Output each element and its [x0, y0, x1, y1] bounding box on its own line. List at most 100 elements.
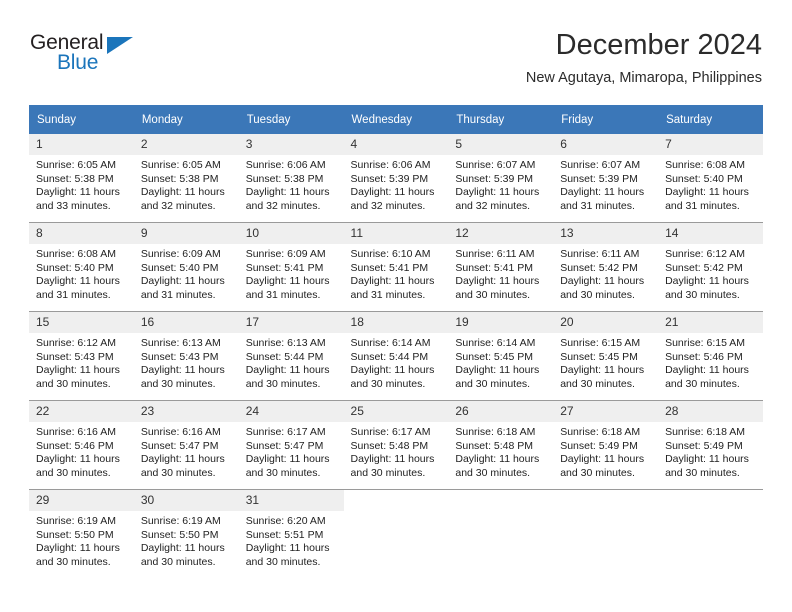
sunrise-text: Sunrise: 6:14 AM [350, 337, 431, 349]
calendar-day-cell[interactable]: 3 Sunrise: 6:06 AM Sunset: 5:38 PM Daylight… [238, 134, 344, 223]
day-number: 4 [343, 134, 449, 155]
sunset-text: Sunset: 5:39 PM [350, 172, 429, 185]
daylight-text-line1: Daylight: 11 hours [455, 453, 540, 466]
daylight-text-line1: Daylight: 11 hours [560, 275, 645, 288]
sunset-text: Sunset: 5:38 PM [140, 172, 219, 185]
sunrise-text: Sunrise: 6:18 AM [560, 426, 641, 438]
sunset-text: Sunset: 5:48 PM [455, 439, 534, 452]
calendar-day-cell[interactable]: 27 Sunrise: 6:18 AM Sunset: 5:49 PM Dayligh… [553, 400, 659, 490]
day-number: 11 [343, 223, 449, 244]
daylight-text-line2: and 30 minutes. [665, 466, 740, 479]
daylight-text-line1: Daylight: 11 hours [665, 453, 749, 466]
day-number: 25 [343, 401, 449, 422]
calendar-day-cell[interactable]: 12 Sunrise: 6:11 AM Sunset: 5:41 PM Dayligh… [448, 222, 554, 312]
sunset-text: Sunset: 5:45 PM [560, 350, 638, 363]
sunrise-text: Sunrise: 6:17 AM [350, 426, 431, 438]
daylight-text-line2: and 30 minutes. [560, 288, 635, 301]
day-details: Sunrise: 6:13 AM Sunset: 5:44 PM Daylight:… [239, 333, 344, 391]
daylight-text-line2: and 31 minutes. [140, 288, 216, 301]
calendar-day-cell[interactable]: 7 Sunrise: 6:08 AM Sunset: 5:40 PM Daylight… [658, 134, 763, 223]
calendar-day-cell[interactable]: 13 Sunrise: 6:11 AM Sunset: 5:42 PM Dayligh… [553, 222, 659, 312]
day-details: Sunrise: 6:19 AM Sunset: 5:50 PM Daylight:… [29, 511, 134, 569]
daylight-text-line1: Daylight: 11 hours [665, 275, 749, 288]
daylight-text-line2: and 30 minutes. [665, 288, 740, 301]
sunset-text: Sunset: 5:42 PM [665, 261, 743, 274]
daylight-text-line2: and 32 minutes. [455, 199, 531, 212]
calendar-day-cell[interactable]: 20 Sunrise: 6:15 AM Sunset: 5:45 PM Dayligh… [553, 311, 659, 401]
sunrise-text: Sunrise: 6:19 AM [140, 515, 221, 527]
calendar-day-cell[interactable]: 22 Sunrise: 6:16 AM Sunset: 5:46 PM Dayligh… [29, 400, 134, 490]
day-number: 15 [29, 312, 134, 333]
sunrise-text: Sunrise: 6:18 AM [455, 426, 536, 438]
calendar-day-cell[interactable]: 21 Sunrise: 6:15 AM Sunset: 5:46 PM Dayligh… [658, 311, 763, 401]
calendar-day-cell[interactable]: 4 Sunrise: 6:06 AM Sunset: 5:39 PM Daylight… [343, 134, 449, 223]
sunrise-text: Sunrise: 6:20 AM [245, 515, 326, 527]
calendar-day-cell[interactable]: 29 Sunrise: 6:19 AM Sunset: 5:50 PM Dayligh… [29, 489, 134, 578]
calendar-day-cell[interactable]: 1 Sunrise: 6:05 AM Sunset: 5:38 PM Daylight… [29, 134, 134, 223]
daylight-text-line1: Daylight: 11 hours [245, 542, 330, 555]
day-details: Sunrise: 6:15 AM Sunset: 5:46 PM Daylight:… [658, 333, 763, 391]
calendar-day-cell[interactable]: 24 Sunrise: 6:17 AM Sunset: 5:47 PM Dayligh… [238, 400, 344, 490]
daylight-text-line1: Daylight: 11 hours [560, 186, 645, 199]
calendar-day-cell[interactable]: 15 Sunrise: 6:12 AM Sunset: 5:43 PM Dayligh… [29, 311, 134, 401]
sunrise-text: Sunrise: 6:06 AM [350, 159, 431, 171]
sunrise-text: Sunrise: 6:12 AM [36, 337, 116, 349]
daylight-text-line1: Daylight: 11 hours [455, 186, 540, 199]
daylight-text-line2: and 30 minutes. [245, 377, 321, 390]
calendar-day-cell[interactable]: 31 Sunrise: 6:20 AM Sunset: 5:51 PM Dayligh… [238, 489, 344, 578]
sunset-text: Sunset: 5:41 PM [245, 261, 324, 274]
day-number: 30 [133, 490, 239, 511]
day-number [553, 490, 659, 511]
calendar-day-cell[interactable]: 19 Sunrise: 6:14 AM Sunset: 5:45 PM Dayligh… [448, 311, 554, 401]
calendar-day-cell[interactable]: 9 Sunrise: 6:09 AM Sunset: 5:40 PM Daylight… [133, 222, 239, 312]
calendar-day-cell[interactable]: 10 Sunrise: 6:09 AM Sunset: 5:41 PM Dayligh… [238, 222, 344, 312]
sunset-text: Sunset: 5:43 PM [140, 350, 219, 363]
sunset-text: Sunset: 5:43 PM [36, 350, 114, 363]
calendar-day-cell[interactable]: 17 Sunrise: 6:13 AM Sunset: 5:44 PM Dayligh… [238, 311, 344, 401]
day-number: 18 [343, 312, 449, 333]
day-number: 13 [553, 223, 659, 244]
sunset-text: Sunset: 5:44 PM [245, 350, 324, 363]
daylight-text-line2: and 30 minutes. [140, 555, 216, 568]
day-details: Sunrise: 6:13 AM Sunset: 5:43 PM Daylight:… [134, 333, 239, 391]
day-number: 5 [448, 134, 554, 155]
daylight-text-line1: Daylight: 11 hours [665, 364, 749, 377]
day-details: Sunrise: 6:14 AM Sunset: 5:45 PM Daylight:… [448, 333, 553, 391]
day-number: 20 [553, 312, 659, 333]
calendar-day-cell[interactable]: 18 Sunrise: 6:14 AM Sunset: 5:44 PM Dayligh… [343, 311, 449, 401]
calendar-day-cell[interactable]: 16 Sunrise: 6:13 AM Sunset: 5:43 PM Dayligh… [133, 311, 239, 401]
calendar-day-cell[interactable]: 25 Sunrise: 6:17 AM Sunset: 5:48 PM Dayligh… [343, 400, 449, 490]
day-number [448, 490, 554, 511]
calendar-day-cell[interactable]: 6 Sunrise: 6:07 AM Sunset: 5:39 PM Daylight… [553, 134, 659, 223]
sunrise-text: Sunrise: 6:17 AM [245, 426, 326, 438]
calendar-day-cell[interactable]: 11 Sunrise: 6:10 AM Sunset: 5:41 PM Dayligh… [343, 222, 449, 312]
day-details: Sunrise: 6:16 AM Sunset: 5:47 PM Daylight:… [134, 422, 239, 480]
daylight-text-line2: and 30 minutes. [560, 377, 635, 390]
calendar-day-cell[interactable]: 5 Sunrise: 6:07 AM Sunset: 5:39 PM Daylight… [448, 134, 554, 223]
calendar-day-cell[interactable]: 8 Sunrise: 6:08 AM Sunset: 5:40 PM Daylight… [29, 222, 134, 312]
calendar-day-cell[interactable]: 14 Sunrise: 6:12 AM Sunset: 5:42 PM Dayligh… [658, 222, 763, 312]
daylight-text-line2: and 33 minutes. [36, 199, 111, 212]
day-number: 16 [133, 312, 239, 333]
daylight-text-line1: Daylight: 11 hours [455, 275, 540, 288]
calendar-day-cell[interactable]: 30 Sunrise: 6:19 AM Sunset: 5:50 PM Dayligh… [133, 489, 239, 578]
calendar-day-cell[interactable]: 2 Sunrise: 6:05 AM Sunset: 5:38 PM Daylight… [133, 134, 239, 223]
daylight-text-line1: Daylight: 11 hours [245, 186, 330, 199]
day-details: Sunrise: 6:18 AM Sunset: 5:48 PM Daylight:… [448, 422, 553, 480]
sunrise-text: Sunrise: 6:05 AM [36, 159, 116, 171]
day-details: Sunrise: 6:10 AM Sunset: 5:41 PM Daylight:… [344, 244, 449, 302]
calendar-day-cell[interactable]: 26 Sunrise: 6:18 AM Sunset: 5:48 PM Dayligh… [448, 400, 554, 490]
calendar-week-row: 15 Sunrise: 6:12 AM Sunset: 5:43 PM Dayligh… [29, 311, 763, 401]
sunrise-text: Sunrise: 6:11 AM [560, 248, 640, 260]
calendar-day-cell[interactable]: 28 Sunrise: 6:18 AM Sunset: 5:49 PM Dayligh… [658, 400, 763, 490]
day-details: Sunrise: 6:08 AM Sunset: 5:40 PM Daylight:… [658, 155, 763, 213]
day-number: 17 [238, 312, 344, 333]
daylight-text-line1: Daylight: 11 hours [350, 364, 435, 377]
sunrise-text: Sunrise: 6:09 AM [140, 248, 221, 260]
calendar-day-cell[interactable]: 23 Sunrise: 6:16 AM Sunset: 5:47 PM Dayligh… [133, 400, 239, 490]
sunset-text: Sunset: 5:39 PM [455, 172, 534, 185]
daylight-text-line2: and 30 minutes. [140, 466, 216, 479]
sunrise-text: Sunrise: 6:18 AM [665, 426, 746, 438]
day-details: Sunrise: 6:18 AM Sunset: 5:49 PM Daylight:… [658, 422, 763, 480]
weekday-header-sunday: Sunday [29, 105, 134, 134]
